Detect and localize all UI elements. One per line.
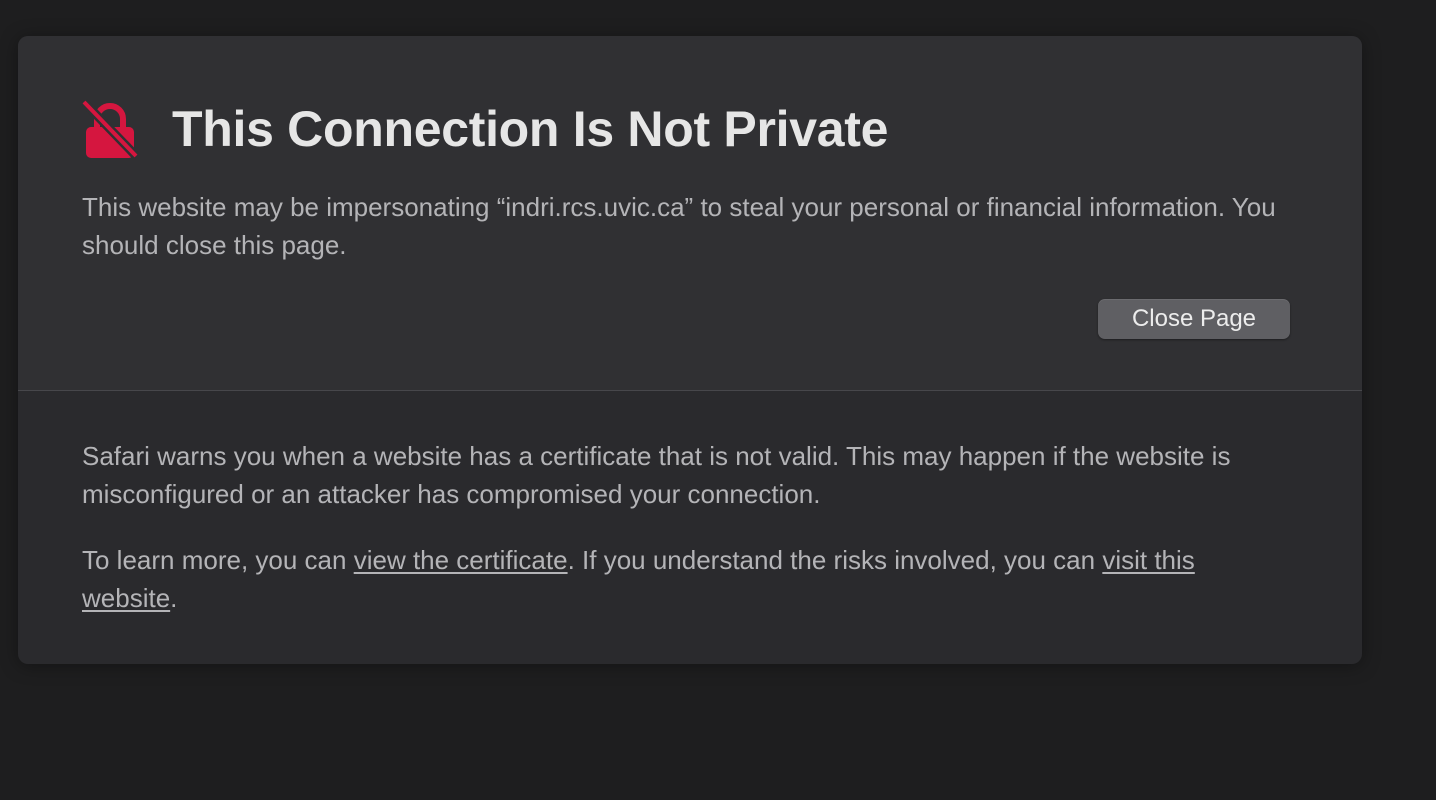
learn-more-suffix: . — [170, 583, 178, 613]
learn-more-middle: . If you understand the risks involved, … — [567, 545, 1103, 575]
page-title: This Connection Is Not Private — [172, 101, 889, 157]
warning-card: This Connection Is Not Private This webs… — [18, 36, 1362, 664]
warning-message: This website may be impersonating “indri… — [82, 192, 1276, 260]
broken-lock-icon — [80, 98, 140, 162]
close-page-button[interactable]: Close Page — [1098, 299, 1290, 339]
learn-more-prefix: To learn more, you can — [82, 545, 354, 575]
warning-header-section: This Connection Is Not Private This webs… — [18, 36, 1362, 391]
view-certificate-link[interactable]: view the certificate — [354, 545, 568, 575]
certificate-explanation: Safari warns you when a website has a ce… — [82, 441, 1231, 509]
learn-more-paragraph: To learn more, you can view the certific… — [82, 541, 1292, 617]
